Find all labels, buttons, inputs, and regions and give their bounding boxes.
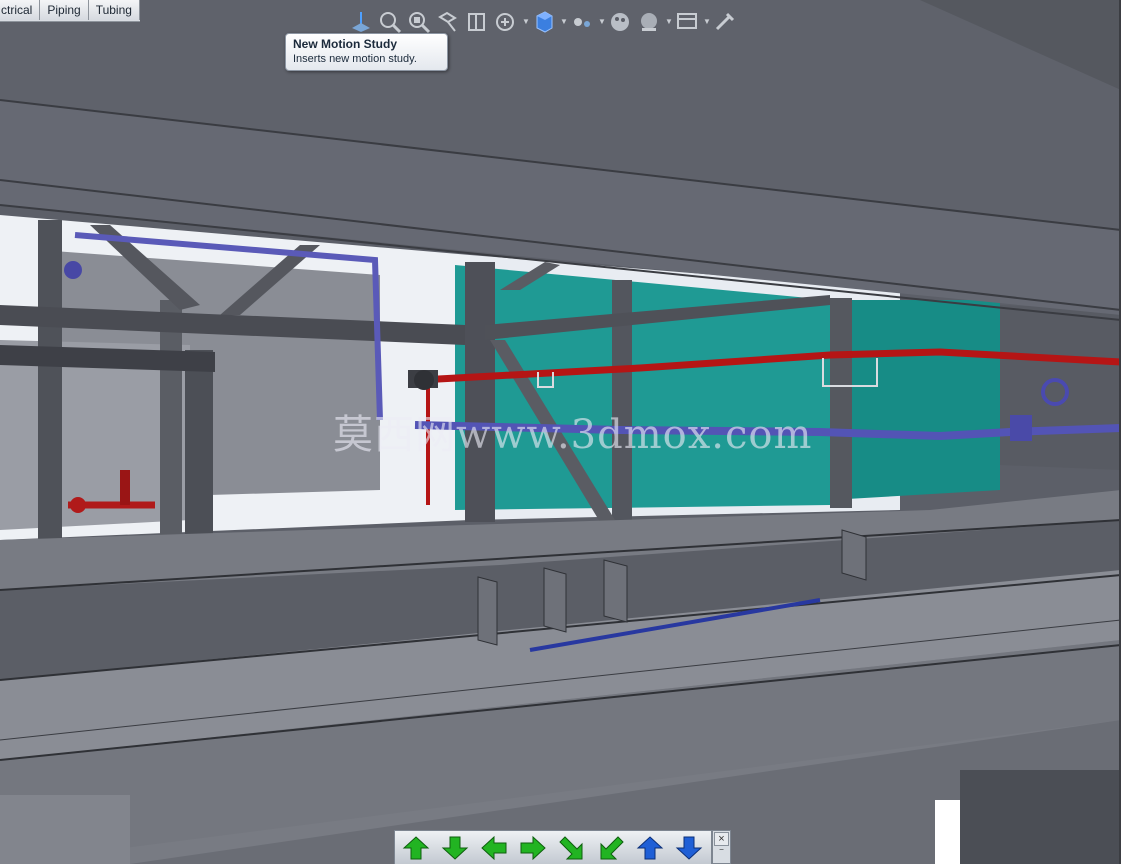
navigation-bar-controls: × ‾ [712,830,731,864]
section-view-icon[interactable] [464,9,490,35]
chevron-down-icon[interactable]: ▼ [703,9,711,35]
edit-appearance-icon[interactable] [607,9,633,35]
watermark-text: 莫西网www.3dmox.com [333,412,813,458]
apply-scene-icon[interactable] [636,9,662,35]
arrow-up-green-icon[interactable] [399,834,433,862]
display-style-icon[interactable] [531,9,557,35]
chevron-down-icon[interactable]: ▼ [522,9,530,35]
arrow-up-blue-icon[interactable] [633,834,667,862]
arrow-down-right-green-icon[interactable] [555,834,589,862]
arrow-down-blue-icon[interactable] [672,834,706,862]
command-manager-tabs: ctrical Piping Tubing [0,0,140,22]
view-settings-icon[interactable] [674,9,700,35]
tab-piping[interactable]: Piping [40,0,89,20]
tooltip-description: Inserts new motion study. [293,53,417,65]
arrow-down-left-green-icon[interactable] [594,834,628,862]
arrow-down-green-icon[interactable] [438,834,472,862]
view-navigation-bar [394,830,712,864]
teal-panel-right [830,300,1000,500]
tooltip: New Motion Study Inserts new motion stud… [285,33,448,71]
view-orientation-icon[interactable] [348,9,374,35]
tab-tubing[interactable]: Tubing [88,0,140,20]
chevron-down-icon[interactable]: ▼ [598,9,606,35]
chevron-down-icon[interactable]: ▼ [665,9,673,35]
zoom-to-area-icon[interactable] [406,9,432,35]
arrow-left-green-icon[interactable] [477,834,511,862]
tab-electrical[interactable]: ctrical [0,0,41,20]
hide-show-items-icon[interactable] [569,9,595,35]
close-button[interactable]: × [714,832,729,846]
previous-view-icon[interactable] [435,9,461,35]
new-motion-study-icon[interactable] [712,9,738,35]
dynamic-annotation-icon[interactable] [493,9,519,35]
tooltip-title: New Motion Study [293,37,397,51]
pin-icon[interactable]: ‾ [714,848,729,862]
chevron-down-icon[interactable]: ▼ [560,9,568,35]
arrow-right-green-icon[interactable] [516,834,550,862]
zoom-to-fit-icon[interactable] [377,9,403,35]
